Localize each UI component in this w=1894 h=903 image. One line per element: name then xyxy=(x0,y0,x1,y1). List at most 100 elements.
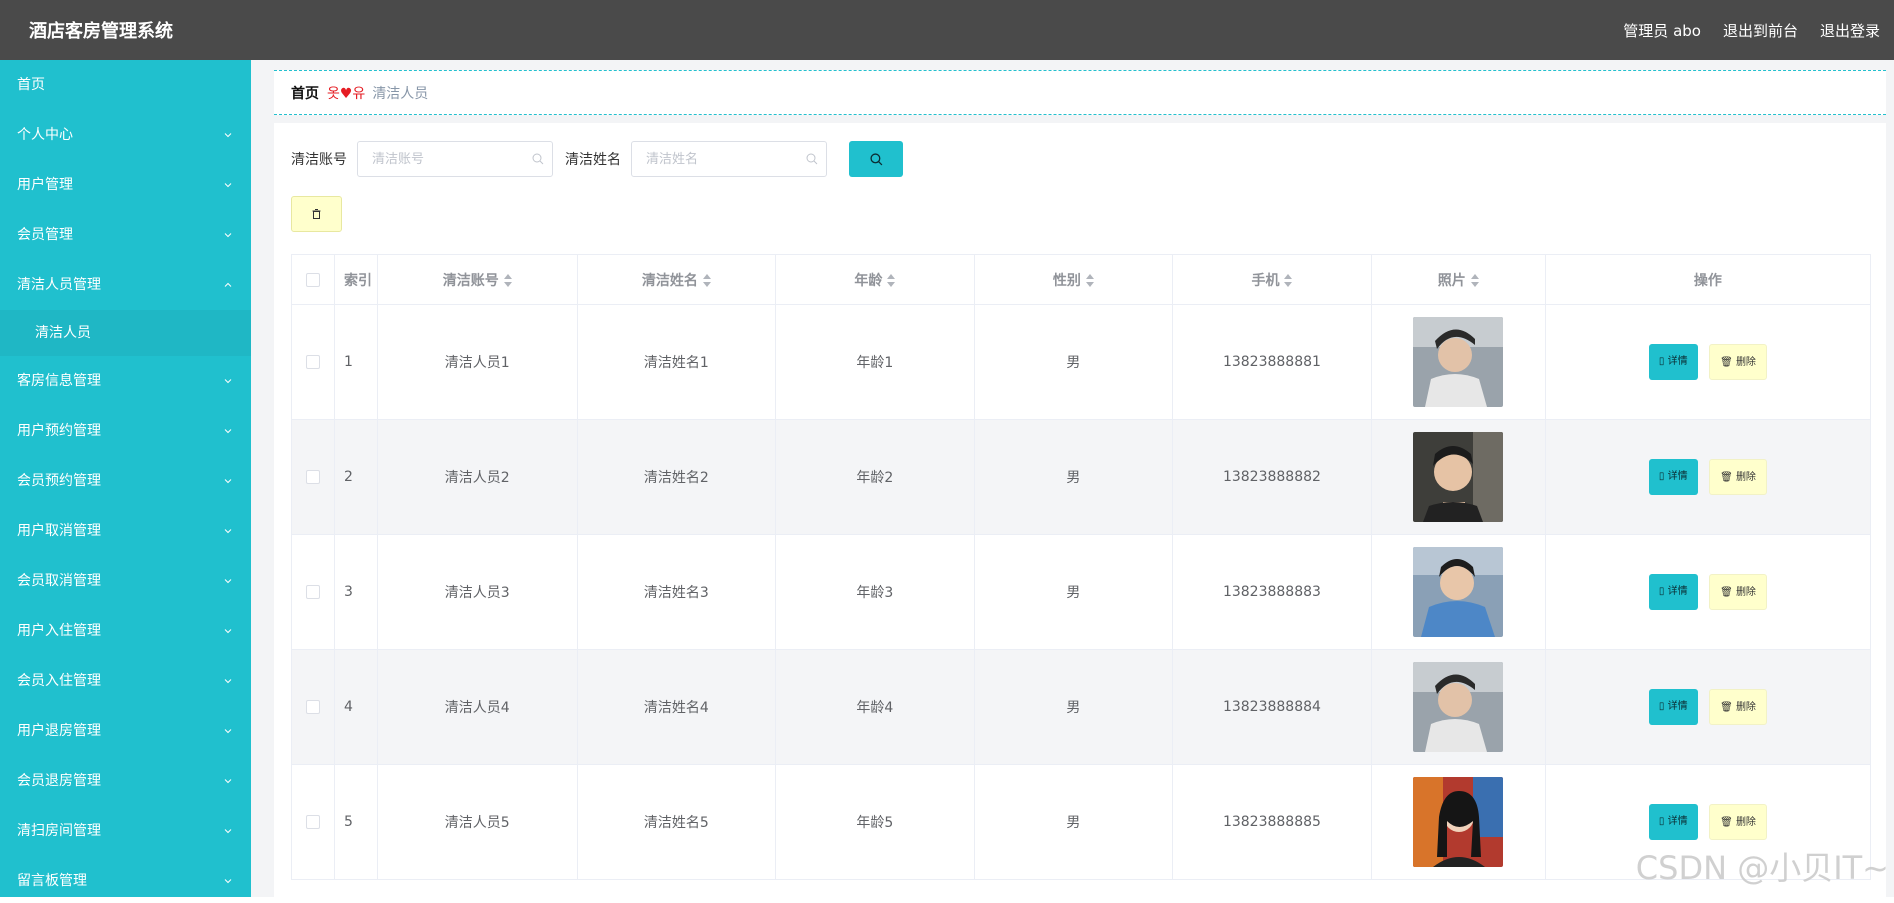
cleaner-table: 索引 清洁账号 清洁姓名 年龄 性别 手机 照片 操作 1 清洁人员1 清洁姓名… xyxy=(291,254,1872,880)
delete-button[interactable]: 🗑 删除 xyxy=(1709,344,1767,380)
sidebar-item-personal-center[interactable]: 个人中心 xyxy=(0,110,251,160)
admin-user-link[interactable]: 管理员 abo xyxy=(1623,20,1701,41)
chevron-down-icon xyxy=(223,160,233,210)
sidebar-item-label: 清扫房间管理 xyxy=(17,823,101,839)
sidebar-item-member-checkin[interactable]: 会员入住管理 xyxy=(0,656,251,706)
account-search-input[interactable] xyxy=(358,142,552,176)
sidebar-item-room-cleaning[interactable]: 清扫房间管理 xyxy=(0,806,251,856)
detail-button[interactable]: ▯ 详情 xyxy=(1648,804,1698,840)
chevron-down-icon xyxy=(223,756,233,806)
chevron-down-icon xyxy=(223,356,233,406)
chevron-down-icon xyxy=(223,406,233,456)
phone-cell: 13823888884 xyxy=(1172,649,1372,765)
breadcrumb: 首页 옷♥유 清洁人员 xyxy=(274,70,1886,115)
delete-button[interactable]: 🗑 删除 xyxy=(1709,459,1767,495)
gender-cell: 男 xyxy=(973,764,1174,880)
name-cell: 清洁姓名3 xyxy=(576,534,777,650)
main-content: 首页 옷♥유 清洁人员 清洁账号 清洁姓名 xyxy=(251,60,1894,903)
name-search-input[interactable] xyxy=(632,142,826,176)
sidebar-item-cleaner-management[interactable]: 清洁人员管理 xyxy=(0,260,251,310)
sidebar-item-member-management[interactable]: 会员管理 xyxy=(0,210,251,260)
sidebar-item-label: 用户取消管理 xyxy=(17,523,101,539)
row-checkbox[interactable] xyxy=(305,815,320,829)
column-header-name[interactable]: 清洁姓名 xyxy=(576,254,777,305)
breadcrumb-home-link[interactable]: 首页 xyxy=(291,83,319,103)
row-select-cell xyxy=(291,649,335,765)
sidebar-item-user-management[interactable]: 用户管理 xyxy=(0,160,251,210)
row-checkbox[interactable] xyxy=(305,700,320,714)
sort-icon[interactable] xyxy=(503,273,512,288)
name-cell: 清洁姓名4 xyxy=(576,649,777,765)
sort-icon[interactable] xyxy=(702,273,711,288)
cleaner-photo xyxy=(1413,777,1504,867)
sort-icon[interactable] xyxy=(1085,273,1094,288)
column-header-actions: 操作 xyxy=(1544,254,1872,305)
sidebar-item-label: 留言板管理 xyxy=(17,873,87,889)
index-cell: 5 xyxy=(333,764,378,880)
sidebar-item-room-info[interactable]: 客房信息管理 xyxy=(0,356,251,406)
column-header-phone[interactable]: 手机 xyxy=(1172,254,1372,305)
watermark: CSDN @小贝IT~ xyxy=(1635,849,1889,887)
age-cell: 年龄1 xyxy=(775,304,975,420)
batch-delete-button[interactable] xyxy=(291,196,342,232)
account-label: 清洁账号 xyxy=(291,152,347,168)
sidebar-item-member-cancel[interactable]: 会员取消管理 xyxy=(0,556,251,606)
detail-button[interactable]: ▯ 详情 xyxy=(1648,574,1698,610)
sidebar-item-user-cancel[interactable]: 用户取消管理 xyxy=(0,506,251,556)
sort-icon[interactable] xyxy=(887,273,896,288)
sidebar-item-label: 会员退房管理 xyxy=(17,773,101,789)
detail-label: 详情 xyxy=(1667,586,1688,597)
sort-icon[interactable] xyxy=(1470,273,1479,288)
detail-button[interactable]: ▯ 详情 xyxy=(1648,344,1698,380)
select-all-checkbox[interactable] xyxy=(305,272,320,287)
column-header-label: 性别 xyxy=(1052,272,1081,289)
delete-button[interactable]: 🗑 删除 xyxy=(1709,804,1767,840)
logout-link[interactable]: 退出登录 xyxy=(1820,20,1880,41)
sidebar-item-message-board[interactable]: 留言板管理 xyxy=(0,856,251,897)
age-cell: 年龄2 xyxy=(775,419,975,535)
chevron-down-icon xyxy=(223,456,233,506)
table-row: 2 清洁人员2 清洁姓名2 年龄2 男 13823888882 ▯ 详情 🗑 删… xyxy=(291,419,1872,535)
row-checkbox[interactable] xyxy=(305,355,320,369)
back-to-front-link[interactable]: 退出到前台 xyxy=(1723,20,1798,41)
sidebar-item-user-checkin[interactable]: 用户入住管理 xyxy=(0,606,251,656)
table-header-row: 索引 清洁账号 清洁姓名 年龄 性别 手机 照片 操作 xyxy=(291,254,1872,305)
account-search-field xyxy=(357,141,553,177)
delete-label: 删除 xyxy=(1735,472,1756,483)
row-checkbox[interactable] xyxy=(305,470,320,484)
search-button[interactable] xyxy=(849,141,903,177)
sort-icon[interactable] xyxy=(1284,273,1293,288)
column-header-gender[interactable]: 性别 xyxy=(973,254,1174,305)
column-header-photo[interactable]: 照片 xyxy=(1370,254,1546,305)
delete-button[interactable]: 🗑 删除 xyxy=(1709,689,1767,725)
sidebar-item-user-booking[interactable]: 用户预约管理 xyxy=(0,406,251,456)
account-cell: 清洁人员2 xyxy=(376,419,578,535)
sidebar-item-label: 会员取消管理 xyxy=(17,573,101,589)
chevron-down-icon xyxy=(223,210,233,260)
chevron-up-icon xyxy=(223,260,233,310)
sidebar-item-home[interactable]: 首页 xyxy=(0,60,251,110)
photo-cell xyxy=(1370,649,1546,765)
sidebar-menu: 首页 个人中心 用户管理 会员管理 清洁人员管理 清洁人员 客房信息管理 用户预… xyxy=(0,60,251,897)
detail-label: 详情 xyxy=(1667,356,1688,367)
sidebar-item-user-checkout[interactable]: 用户退房管理 xyxy=(0,706,251,756)
detail-button[interactable]: ▯ 详情 xyxy=(1648,689,1698,725)
column-header-age[interactable]: 年龄 xyxy=(775,254,975,305)
row-checkbox[interactable] xyxy=(305,585,320,599)
sidebar-item-member-checkout[interactable]: 会员退房管理 xyxy=(0,756,251,806)
chevron-down-icon xyxy=(223,606,233,656)
column-header-account[interactable]: 清洁账号 xyxy=(376,254,578,305)
row-select-cell xyxy=(291,764,335,880)
sidebar-subitem-cleaner[interactable]: 清洁人员 xyxy=(0,310,251,356)
phone-cell: 13823888883 xyxy=(1172,534,1372,650)
delete-button[interactable]: 🗑 删除 xyxy=(1709,574,1767,610)
sidebar-item-label: 客房信息管理 xyxy=(17,373,101,389)
detail-button[interactable]: ▯ 详情 xyxy=(1648,459,1698,495)
sidebar-item-label: 用户退房管理 xyxy=(17,723,101,739)
search-icon xyxy=(532,153,544,165)
detail-label: 详情 xyxy=(1667,701,1688,712)
detail-label: 详情 xyxy=(1667,471,1688,482)
sidebar-item-label: 清洁人员 xyxy=(35,325,91,341)
sidebar-item-member-booking[interactable]: 会员预约管理 xyxy=(0,456,251,506)
phone-cell: 13823888882 xyxy=(1172,419,1372,535)
